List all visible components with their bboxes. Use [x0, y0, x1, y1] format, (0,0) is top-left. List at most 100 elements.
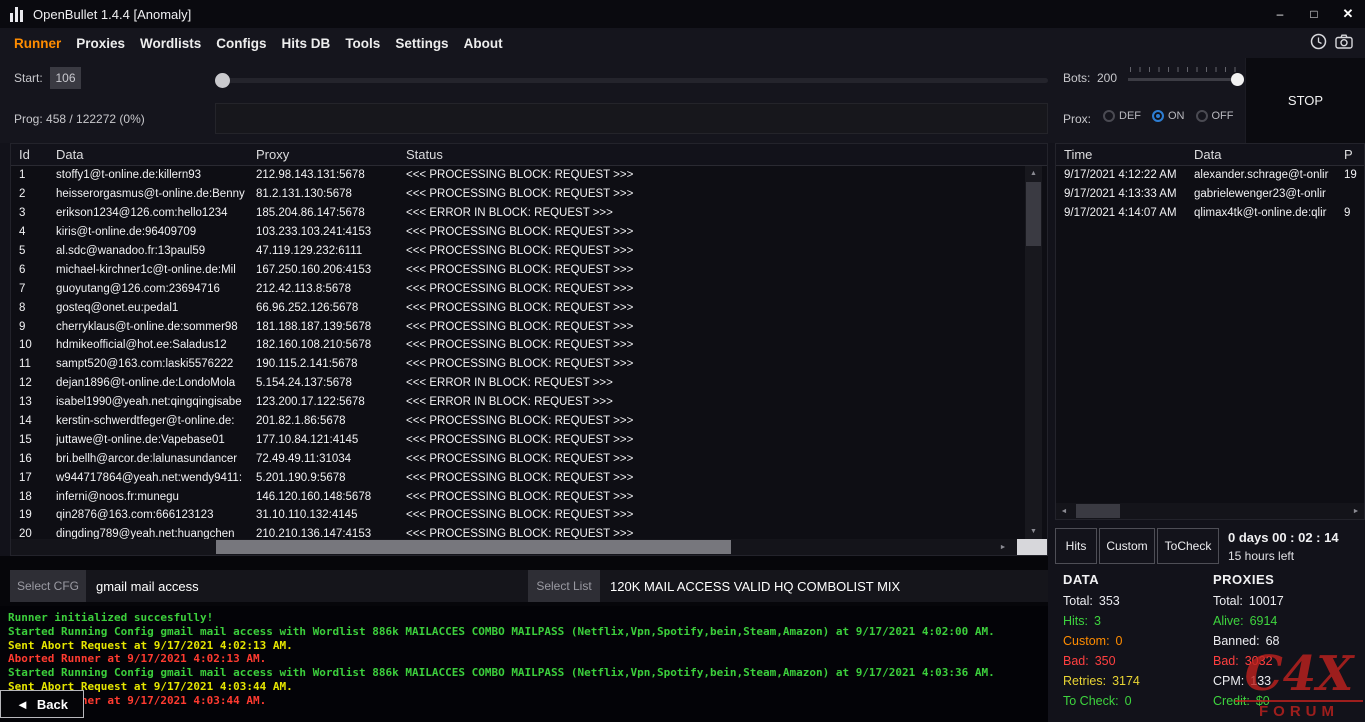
stop-button[interactable]: STOP	[1245, 58, 1365, 143]
cfg-value[interactable]: gmail mail access	[86, 570, 528, 602]
menu-item[interactable]: Proxies	[76, 36, 125, 51]
cell-proxy: 177.10.84.121:4145	[256, 434, 406, 446]
horizontal-scrollbar-thumb[interactable]	[216, 540, 731, 554]
camera-icon[interactable]	[1335, 34, 1353, 49]
back-button[interactable]: ◄ Back	[0, 690, 84, 718]
table-row[interactable]: 12 dejan1896@t-online.de:LondoMola 5.154…	[11, 374, 1047, 393]
cell-proxy: 72.49.49.11:31034	[256, 453, 406, 465]
proxies-stats-rows: Total: 10017 Alive: 6914 Banned: 68 Bad:…	[1213, 594, 1284, 714]
bots-label: Bots:	[1063, 71, 1090, 85]
tab-tocheck[interactable]: ToCheck	[1157, 528, 1219, 564]
table-row[interactable]: 14 kerstin-schwerdtfeger@t-online.de: 20…	[11, 412, 1047, 431]
list-value[interactable]: 120K MAIL ACCESS VALID HQ COMBOLIST MIX	[600, 570, 1048, 602]
table-row[interactable]: 6 michael-kirchner1c@t-online.de:Mil 167…	[11, 260, 1047, 279]
cell-proxy: 5.201.190.9:5678	[256, 472, 406, 484]
hits-row[interactable]: 9/17/2021 4:14:07 AM qlimax4tk@t-online.…	[1056, 204, 1364, 223]
radio-def[interactable]: DEF	[1103, 110, 1141, 122]
hits-horizontal-scrollbar[interactable]: ◄ ►	[1056, 503, 1364, 519]
column-hit-data[interactable]: Data	[1194, 147, 1344, 162]
stat-row: Custom: 0	[1063, 634, 1140, 654]
table-row[interactable]: 19 qin2876@163.com:666123123 31.10.110.1…	[11, 506, 1047, 525]
window-buttons: – □ ✕	[1263, 0, 1365, 28]
column-hit-proxy[interactable]: P	[1344, 147, 1364, 162]
menu-item[interactable]: About	[464, 36, 503, 51]
log-line: Aborted Runner at 9/17/2021 4:03:44 AM.	[8, 694, 1048, 708]
cell-data: guoyutang@126.com:23694716	[56, 283, 256, 295]
table-row[interactable]: 13 isabel1990@yeah.net:qingqingisabe 123…	[11, 393, 1047, 412]
select-cfg-button[interactable]: Select CFG	[10, 570, 86, 602]
stat-label: Retries:	[1063, 674, 1106, 694]
history-icon[interactable]	[1310, 33, 1327, 50]
menu-item[interactable]: Wordlists	[140, 36, 201, 51]
cell-data: erikson1234@126.com:hello1234	[56, 207, 256, 219]
stat-value: 133	[1250, 674, 1271, 694]
radio-on-label: ON	[1168, 110, 1185, 122]
cell-time: 9/17/2021 4:14:07 AM	[1064, 207, 1194, 219]
table-row[interactable]: 1 stoffy1@t-online.de:killern93 212.98.1…	[11, 166, 1047, 185]
table-row[interactable]: 5 al.sdc@wanadoo.fr:13paul59 47.119.129.…	[11, 242, 1047, 261]
vertical-scrollbar[interactable]: ▲ ▼	[1025, 166, 1042, 539]
hits-scroll-left-icon[interactable]: ◄	[1056, 503, 1072, 519]
radio-on[interactable]: ON	[1152, 110, 1185, 122]
menu-item[interactable]: Hits DB	[282, 36, 331, 51]
hits-scrollbar-thumb[interactable]	[1076, 504, 1120, 518]
radio-off[interactable]: OFF	[1196, 110, 1234, 122]
hits-table: Time Data P 9/17/2021 4:12:22 AM alexand…	[1055, 143, 1365, 520]
table-row[interactable]: 2 heisserorgasmus@t-online.de:Benny 81.2…	[11, 185, 1047, 204]
table-row[interactable]: 3 erikson1234@126.com:hello1234 185.204.…	[11, 204, 1047, 223]
bots-slider-thumb[interactable]	[1231, 73, 1244, 86]
stat-label: Alive:	[1213, 614, 1244, 634]
cell-proxy: 181.188.187.139:5678	[256, 321, 406, 333]
cell-status: <<< PROCESSING BLOCK: REQUEST >>>	[406, 339, 1047, 351]
start-input[interactable]	[50, 67, 81, 89]
column-id[interactable]: Id	[19, 147, 56, 162]
log-line: Sent Abort Request at 9/17/2021 4:02:13 …	[8, 639, 1048, 653]
table-row[interactable]: 16 bri.bellh@arcor.de:lalunasundancer 72…	[11, 449, 1047, 468]
column-data[interactable]: Data	[56, 147, 256, 162]
scroll-right-icon[interactable]: ►	[995, 539, 1011, 555]
table-row[interactable]: 9 cherryklaus@t-online.de:sommer98 181.1…	[11, 317, 1047, 336]
scroll-up-icon[interactable]: ▲	[1025, 166, 1042, 181]
stat-row: To Check: 0	[1063, 694, 1140, 714]
menu-item[interactable]: Settings	[395, 36, 448, 51]
table-row[interactable]: 20 dingding789@yeah.net:huangchen 210.21…	[11, 525, 1047, 539]
close-icon[interactable]: ✕	[1331, 0, 1365, 28]
table-row[interactable]: 18 inferni@noos.fr:munegu 146.120.160.14…	[11, 487, 1047, 506]
column-status[interactable]: Status	[406, 147, 1047, 162]
horizontal-scrollbar[interactable]: ►	[11, 539, 1047, 555]
select-list-button[interactable]: Select List	[528, 570, 600, 602]
hits-row[interactable]: 9/17/2021 4:13:33 AM gabrielewenger23@t-…	[1056, 185, 1364, 204]
table-row[interactable]: 15 juttawe@t-online.de:Vapebase01 177.10…	[11, 430, 1047, 449]
vertical-scrollbar-thumb[interactable]	[1026, 182, 1041, 246]
cell-id: 19	[19, 509, 56, 521]
menu-item[interactable]: Tools	[345, 36, 380, 51]
tab-custom[interactable]: Custom	[1099, 528, 1155, 564]
minimize-icon[interactable]: –	[1263, 0, 1297, 28]
hits-row[interactable]: 9/17/2021 4:12:22 AM alexander.schrage@t…	[1056, 166, 1364, 185]
column-proxy[interactable]: Proxy	[256, 147, 406, 162]
hits-scroll-right-icon[interactable]: ►	[1348, 503, 1364, 519]
start-slider-thumb[interactable]	[215, 73, 230, 88]
menu-item[interactable]: Runner	[14, 36, 61, 51]
bots-slider[interactable]	[1128, 67, 1244, 89]
start-slider[interactable]	[215, 72, 1048, 88]
remaining-time: 15 hours left	[1228, 549, 1294, 563]
stat-value: 6914	[1250, 614, 1278, 634]
menubar: Runner Proxies Wordlists Configs Hits DB…	[0, 28, 1365, 58]
cell-proxy: 47.119.129.232:6111	[256, 245, 406, 257]
tab-hits[interactable]: Hits	[1055, 528, 1097, 564]
cell-status: <<< PROCESSING BLOCK: REQUEST >>>	[406, 509, 1047, 521]
scroll-down-icon[interactable]: ▼	[1025, 524, 1042, 539]
table-row[interactable]: 7 guoyutang@126.com:23694716 212.42.113.…	[11, 279, 1047, 298]
table-row[interactable]: 11 sampt520@163.com:laski5576222 190.115…	[11, 355, 1047, 374]
column-time[interactable]: Time	[1064, 147, 1194, 162]
table-row[interactable]: 8 gosteq@onet.eu:pedal1 66.96.252.126:56…	[11, 298, 1047, 317]
maximize-icon[interactable]: □	[1297, 0, 1331, 28]
table-row[interactable]: 10 hdmikeofficial@hot.ee:Saladus12 182.1…	[11, 336, 1047, 355]
table-row[interactable]: 17 w944717864@yeah.net:wendy9411: 5.201.…	[11, 468, 1047, 487]
table-row[interactable]: 4 kiris@t-online.de:96409709 103.233.103…	[11, 223, 1047, 242]
log-area: Runner initialized succesfully! Started …	[0, 606, 1048, 722]
cell-data: michael-kirchner1c@t-online.de:Mil	[56, 264, 256, 276]
menu-item[interactable]: Configs	[216, 36, 266, 51]
log-line: Sent Abort Request at 9/17/2021 4:03:44 …	[8, 680, 1048, 694]
